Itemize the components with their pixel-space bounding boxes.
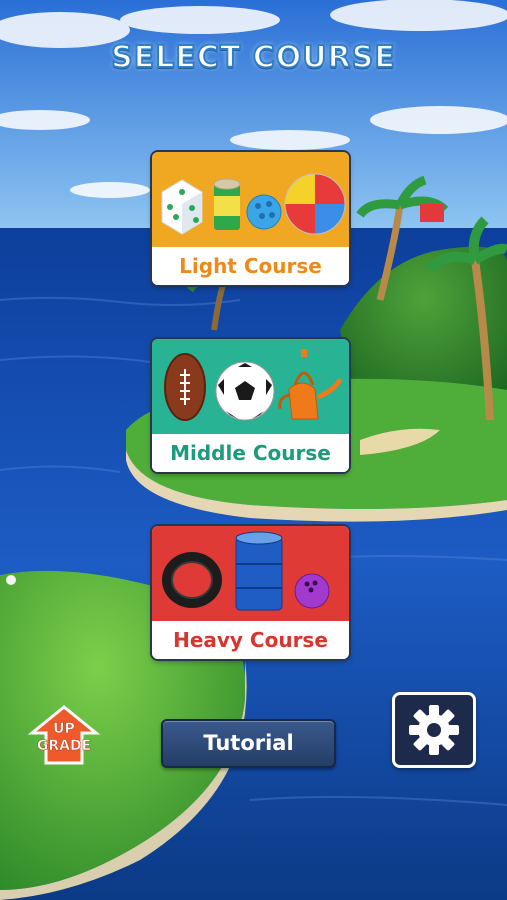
tire-icon [162,552,222,608]
football-icon [164,353,206,421]
kettle-icon [278,349,343,420]
gear-icon [409,705,459,755]
oil-drum-icon [235,531,283,611]
upgrade-label-line2: GRADE [36,738,92,755]
upgrade-label-line1: UP [53,721,75,738]
upgrade-button[interactable]: UP GRADE [26,705,102,765]
heavy-course-label: Heavy Course [152,621,349,659]
beach-ball-icon [284,173,346,235]
dice-icon [161,179,203,235]
middle-course-button[interactable]: Middle Course [152,339,349,472]
middle-course-image [152,339,349,434]
light-course-button[interactable]: Light Course [152,152,349,285]
page-title: SELECT COURSE [110,39,396,76]
bowling-ball-icon [294,573,330,609]
settings-button[interactable] [392,692,476,768]
wiffle-ball-icon [246,194,282,230]
can-icon [213,178,241,230]
middle-course-label: Middle Course [152,434,349,472]
heavy-course-image [152,526,349,621]
light-course-image [152,152,349,247]
tutorial-button[interactable]: Tutorial [161,719,336,768]
light-course-label: Light Course [152,247,349,285]
soccer-ball-icon [215,361,275,421]
heavy-course-button[interactable]: Heavy Course [152,526,349,659]
